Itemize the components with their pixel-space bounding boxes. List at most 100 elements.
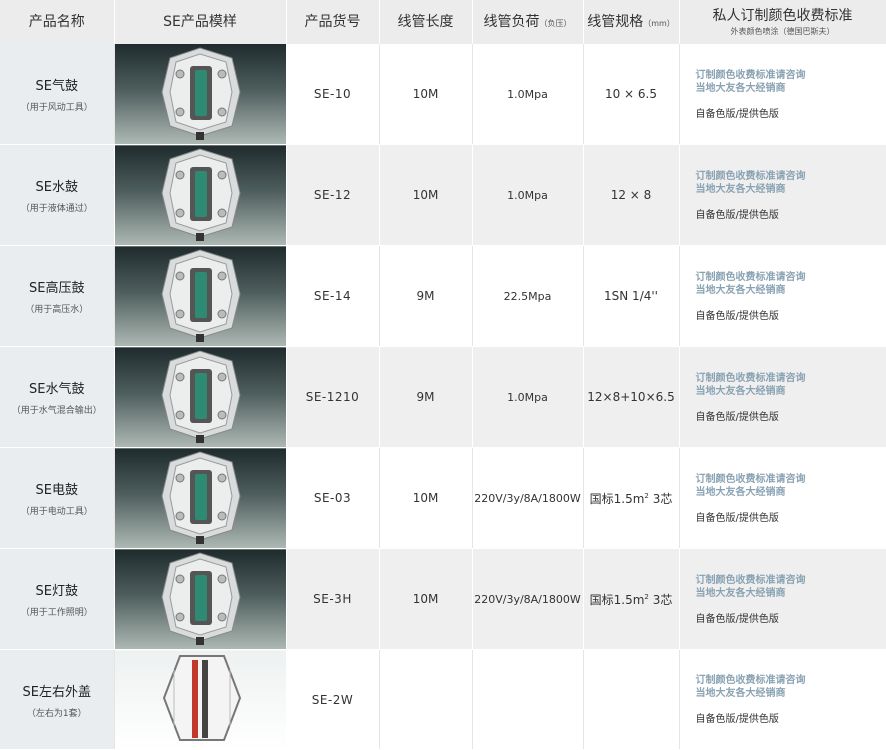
hose-spec: 国标1.5m2 3芯	[583, 548, 680, 650]
price-note-line1: 订制颜色收费标准请咨询	[695, 372, 806, 384]
header-load-label: 线管负荷	[483, 13, 540, 30]
product-image	[114, 649, 287, 750]
hose-reel-image	[161, 451, 241, 544]
product-note: （用于高压水）	[25, 305, 89, 315]
custom-color-price: 订制颜色收费标准请咨询 当地大友各大经销商 自备色版/提供色版	[679, 144, 886, 246]
product-image	[114, 144, 287, 246]
table-header-row: 产品名称 SE产品模样 产品货号 线管长度 线管负荷（负压） 线管规格（mm） …	[0, 0, 886, 44]
hose-reel-image	[161, 47, 241, 140]
product-name: SE水鼓	[35, 180, 78, 195]
price-note-line3: 自备色版/提供色版	[695, 209, 779, 221]
price-note-line2: 当地大友各大经销商	[695, 385, 786, 397]
product-code: SE-10	[286, 44, 380, 145]
table-row: SE电鼓 （用于电动工具） SE-03 10M 220V/3y/8A/1800W…	[0, 447, 886, 549]
hose-load-text: 22.5Mpa	[503, 290, 552, 303]
hose-length: 10M	[379, 447, 473, 549]
hose-reel-image	[161, 148, 241, 241]
product-name-cell: SE气鼓 （用于风动工具）	[0, 44, 115, 145]
hose-spec-text: 12 × 8	[610, 188, 652, 202]
price-note-line2: 当地大友各大经销商	[695, 587, 786, 599]
header-custom-sub: 外表颜色喷涂（德国巴斯夫）	[730, 26, 835, 36]
product-code-text: SE-03	[313, 491, 352, 505]
product-name: SE高压鼓	[29, 281, 85, 296]
hose-spec: 国标1.5m2 3芯	[583, 447, 680, 549]
product-note: （左右为1套）	[26, 708, 87, 719]
price-note-line3: 自备色版/提供色版	[695, 108, 779, 120]
price-note-line1: 订制颜色收费标准请咨询	[695, 574, 806, 586]
product-name: SE电鼓	[35, 483, 78, 498]
product-image	[114, 548, 287, 650]
product-note: （用于液体通过）	[20, 204, 93, 214]
hose-spec	[583, 649, 680, 750]
product-name-cell: SE灯鼓 （用于工作照明）	[0, 548, 115, 650]
hose-load-text: 1.0Mpa	[507, 391, 548, 404]
product-name-cell: SE高压鼓 （用于高压水）	[0, 245, 115, 347]
product-code-text: SE-14	[313, 289, 352, 303]
hose-spec-text: 1SN 1/4''	[604, 289, 658, 303]
product-note: （用于风动工具）	[20, 103, 93, 113]
hose-length: 10M	[379, 144, 473, 246]
hose-load: 22.5Mpa	[472, 245, 584, 347]
header-spec-unit: （mm）	[643, 18, 675, 28]
price-note-line3: 自备色版/提供色版	[695, 411, 779, 423]
custom-color-price: 订制颜色收费标准请咨询 当地大友各大经销商 自备色版/提供色版	[679, 649, 886, 750]
table-row: SE高压鼓 （用于高压水） SE-14 9M 22.5Mpa 1SN 1/4''…	[0, 245, 886, 347]
custom-color-price: 订制颜色收费标准请咨询 当地大友各大经销商 自备色版/提供色版	[679, 245, 886, 347]
custom-color-price: 订制颜色收费标准请咨询 当地大友各大经销商 自备色版/提供色版	[679, 447, 886, 549]
table-row: SE灯鼓 （用于工作照明） SE-3H 10M 220V/3y/8A/1800W…	[0, 548, 886, 650]
hose-spec-tail: 3芯	[648, 592, 673, 607]
product-image	[114, 245, 287, 347]
header-name: 产品名称	[0, 0, 115, 44]
price-note-line3: 自备色版/提供色版	[695, 310, 779, 322]
product-note: （用于工作照明）	[20, 608, 93, 618]
product-code-text: SE-1210	[305, 390, 360, 404]
product-note: （用于电动工具）	[20, 507, 93, 517]
hose-spec: 12×8+10×6.5	[583, 346, 680, 448]
hose-spec: 10 × 6.5	[583, 44, 680, 145]
product-code-text: SE-2W	[311, 692, 354, 707]
header-load-unit: （负压）	[539, 18, 572, 28]
outer-cover-image	[162, 655, 242, 741]
hose-length: 10M	[379, 548, 473, 650]
price-note-line2: 当地大友各大经销商	[695, 82, 786, 94]
hose-length	[379, 649, 473, 750]
product-code-text: SE-3H	[313, 592, 352, 606]
table-row: SE水鼓 （用于液体通过） SE-12 10M 1.0Mpa 12 × 8 订制…	[0, 144, 886, 246]
product-note: （用于水气混合输出）	[11, 406, 102, 416]
price-note-line2: 当地大友各大经销商	[695, 688, 786, 699]
hose-spec-tail: 3芯	[648, 491, 673, 506]
price-note-line1: 订制颜色收费标准请咨询	[695, 675, 806, 686]
header-custom-label: 私人订制颜色收费标准	[712, 7, 853, 24]
table-row: SE水气鼓 （用于水气混合输出） SE-1210 9M 1.0Mpa 12×8+…	[0, 346, 886, 448]
header-load: 线管负荷（负压）	[472, 0, 584, 44]
product-image	[114, 447, 287, 549]
product-image	[114, 44, 287, 145]
price-note-line1: 订制颜色收费标准请咨询	[695, 69, 806, 81]
hose-spec-text: 12×8+10×6.5	[587, 390, 675, 404]
table-row: SE气鼓 （用于风动工具） SE-10 10M 1.0Mpa 10 × 6.5 …	[0, 44, 886, 145]
hose-spec: 1SN 1/4''	[583, 245, 680, 347]
custom-color-price: 订制颜色收费标准请咨询 当地大友各大经销商 自备色版/提供色版	[679, 548, 886, 650]
product-code-text: SE-12	[313, 188, 352, 202]
product-image	[114, 346, 287, 448]
product-code: SE-12	[286, 144, 380, 246]
price-note-line3: 自备色版/提供色版	[695, 613, 779, 625]
header-length: 线管长度	[379, 0, 473, 44]
hose-load	[472, 649, 584, 750]
header-spec-label: 线管规格	[587, 13, 644, 30]
header-sample: SE产品模样	[114, 0, 287, 44]
hose-load-text: 1.0Mpa	[507, 189, 548, 202]
hose-length: 10M	[379, 44, 473, 145]
product-name-cell: SE电鼓 （用于电动工具）	[0, 447, 115, 549]
product-name: SE左右外盖	[22, 684, 91, 700]
header-code: 产品货号	[286, 0, 380, 44]
hose-spec-text: 国标1.5m	[589, 491, 645, 506]
hose-length: 9M	[379, 245, 473, 347]
product-name-cell: SE水鼓 （用于液体通过）	[0, 144, 115, 246]
custom-color-price: 订制颜色收费标准请咨询 当地大友各大经销商 自备色版/提供色版	[679, 44, 886, 145]
price-note-line3: 自备色版/提供色版	[695, 714, 779, 725]
hose-load-text: 220V/3y/8A/1800W	[474, 593, 581, 606]
hose-length: 9M	[379, 346, 473, 448]
product-name: SE灯鼓	[35, 584, 78, 599]
header-spec: 线管规格（mm）	[583, 0, 680, 44]
